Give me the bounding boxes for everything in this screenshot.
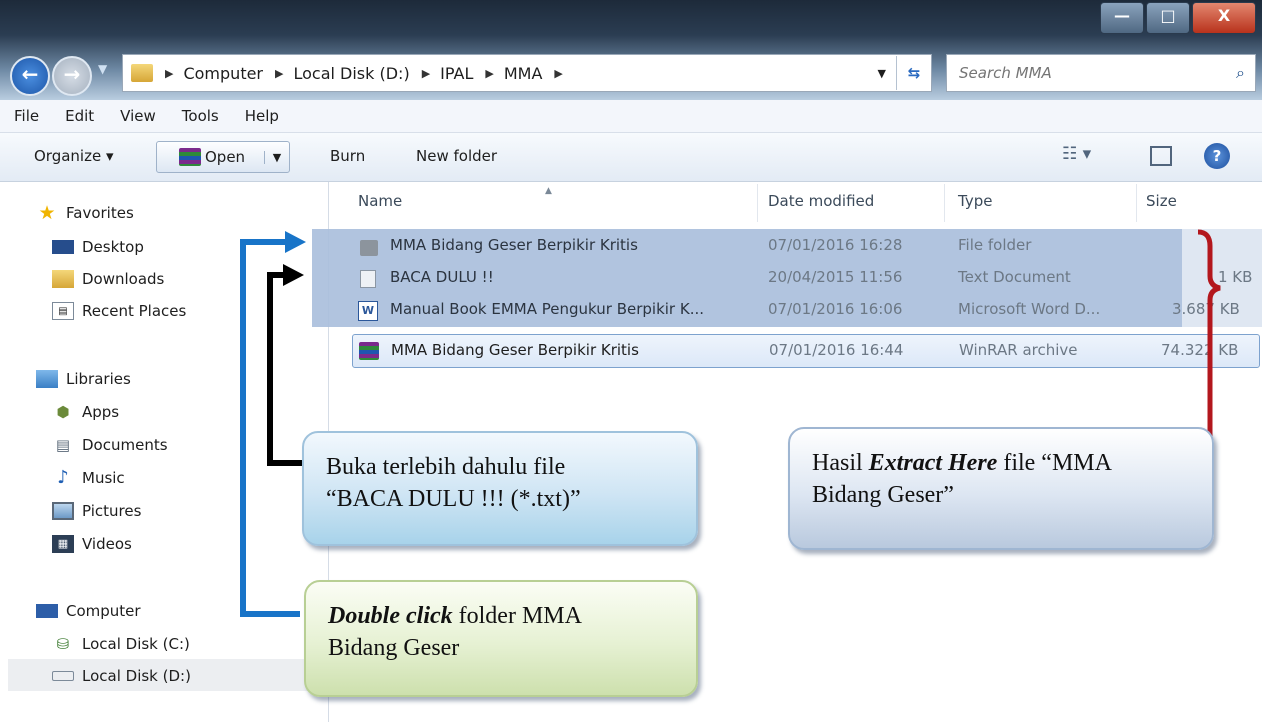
callout-text: file “MMA xyxy=(997,450,1112,476)
callout-text: folder MMA xyxy=(452,603,582,629)
callout-text: Hasil xyxy=(812,450,869,476)
callout-double-click: Double click folder MMA Bidang Geser xyxy=(304,580,698,697)
blue-arrow-head xyxy=(285,231,306,253)
callout-emphasis: Extract Here xyxy=(868,450,998,476)
callout-extract-here: Hasil Extract Here file “MMA Bidang Gese… xyxy=(788,427,1214,550)
callout-line: Bidang Geser” xyxy=(812,482,954,509)
black-arrow-head xyxy=(283,264,304,286)
callout-baca-dulu: Buka terlebih dahulu file “BACA DULU !!!… xyxy=(302,431,698,546)
callout-line: “BACA DULU !!! (*.txt)” xyxy=(326,486,581,513)
callout-line: Hasil Extract Here file “MMA xyxy=(812,447,1190,479)
callout-line: Double click folder MMA xyxy=(328,600,674,632)
callout-emphasis: Double click xyxy=(328,603,453,629)
callout-line: Bidang Geser xyxy=(328,635,460,662)
black-arrow-line xyxy=(267,272,306,466)
callout-line: Buka terlebih dahulu file xyxy=(326,454,566,480)
